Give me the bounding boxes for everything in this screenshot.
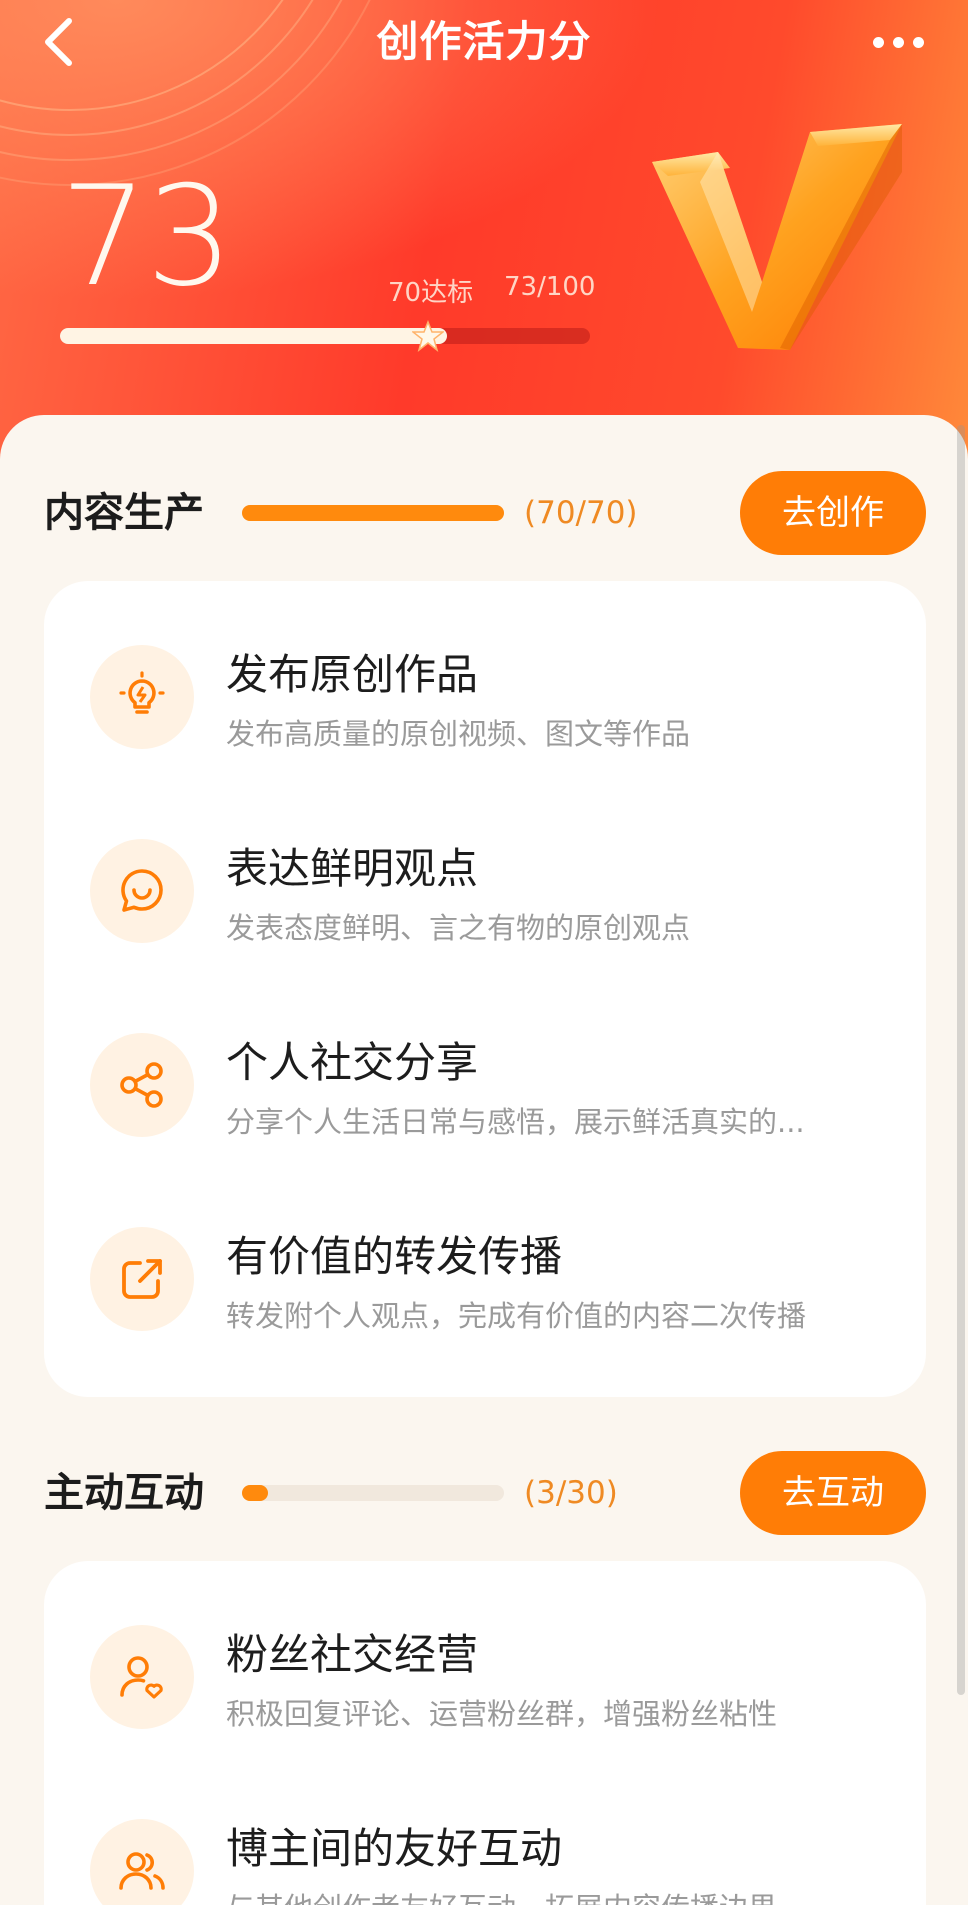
section-progress-fill (242, 505, 504, 521)
share-icon (90, 1033, 194, 1137)
score-target-label: 70达标 (388, 278, 474, 308)
item-title: 博主间的友好互动 (226, 1824, 563, 1873)
item-title: 表达鲜明观点 (226, 844, 479, 893)
go-create-button[interactable]: 去创作 (740, 471, 926, 555)
list-item[interactable]: 粉丝社交经营 积极回复评论、运营粉丝群，增强粉丝粘性 (44, 1601, 926, 1795)
content-sheet: 内容生产 (70/70) 去创作 发布原创作品 发布高质量的原创视频、图文等作品 (0, 415, 968, 1905)
list-item[interactable]: 表达鲜明观点 发表态度鲜明、言之有物的原创观点 (44, 815, 926, 1009)
item-description: 转发附个人观点，完成有价值的内容二次传播 (226, 1299, 807, 1333)
section-progress-bar (242, 505, 504, 521)
score-value: 73 (60, 156, 234, 317)
score-progress-bar (60, 328, 590, 344)
task-card-active-interaction: 粉丝社交经营 积极回复评论、运营粉丝群，增强粉丝粘性 博主间的友好互动 与其他创… (44, 1561, 926, 1905)
scrollbar[interactable] (957, 425, 965, 1695)
list-item[interactable]: 个人社交分享 分享个人生活日常与感悟，展示鲜活真实的... (44, 1009, 926, 1203)
section-title: 主动互动 (44, 1470, 204, 1516)
item-title: 发布原创作品 (226, 650, 479, 699)
item-description: 与其他创作者友好互动，拓展内容传播边界 (226, 1885, 906, 1905)
v-badge-icon (652, 124, 902, 350)
item-title: 有价值的转发传播 (226, 1232, 563, 1281)
star-icon (412, 320, 444, 352)
section-header-content-production: 内容生产 (70/70) 去创作 (0, 471, 968, 555)
more-button[interactable] (858, 14, 938, 70)
list-item[interactable]: 发布原创作品 发布高质量的原创视频、图文等作品 (44, 621, 926, 815)
go-interact-button[interactable]: 去互动 (740, 1451, 926, 1535)
user-heart-icon (90, 1625, 194, 1729)
users-icon (90, 1819, 194, 1905)
list-item[interactable]: 博主间的友好互动 与其他创作者友好互动，拓展内容传播边界 (44, 1795, 926, 1905)
section-header-active-interaction: 主动互动 (3/30) 去互动 (0, 1451, 968, 1535)
section-progress-fill (242, 1485, 269, 1501)
more-dots-icon (872, 36, 884, 48)
task-card-content-production: 发布原创作品 发布高质量的原创视频、图文等作品 表达鲜明观点 发表态度鲜明、言之… (44, 581, 926, 1397)
item-title: 粉丝社交经营 (226, 1630, 479, 1679)
item-description: 积极回复评论、运营粉丝群，增强粉丝粘性 (226, 1697, 778, 1731)
page-title: 创作活力分 (376, 17, 592, 66)
section-title: 内容生产 (44, 490, 204, 536)
score-hero: 创作活力分 73 70达标 73/100 (0, 0, 968, 470)
score-progress-fill (60, 328, 447, 344)
item-title: 个人社交分享 (226, 1038, 479, 1087)
section-progress-text: (70/70) (524, 495, 638, 531)
forward-icon (90, 1227, 194, 1331)
item-description: 发表态度鲜明、言之有物的原创观点 (226, 911, 691, 945)
item-description: 分享个人生活日常与感悟，展示鲜活真实的... (226, 1105, 805, 1139)
section-progress-bar (242, 1485, 504, 1501)
section-progress-text: (3/30) (524, 1475, 618, 1511)
chat-smile-icon (90, 839, 194, 943)
lightbulb-icon (90, 645, 194, 749)
item-description: 发布高质量的原创视频、图文等作品 (226, 717, 691, 751)
list-item[interactable]: 有价值的转发传播 转发附个人观点，完成有价值的内容二次传播 (44, 1203, 926, 1397)
score-progress-label: 73/100 (504, 272, 596, 302)
